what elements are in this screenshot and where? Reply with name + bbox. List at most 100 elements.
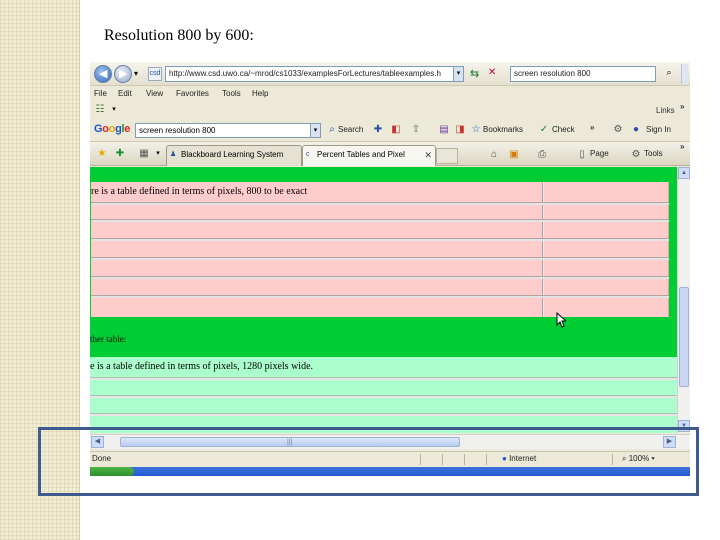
google-search-button[interactable]: Search bbox=[338, 125, 363, 134]
toolbar-options-dropdown-icon[interactable]: ▾ bbox=[108, 104, 120, 116]
page-icon[interactable]: ▯ bbox=[576, 149, 588, 161]
toolbar-highlight-icon[interactable]: ◨ bbox=[454, 124, 466, 136]
page-menu-button[interactable]: Page bbox=[590, 149, 609, 158]
pink-table-row bbox=[91, 295, 669, 298]
toolbar-settings-icon[interactable]: ⚙ bbox=[612, 124, 624, 136]
aqua-pixel-table: e is a table defined in terms of pixels,… bbox=[90, 357, 677, 433]
aqua-table-row bbox=[90, 395, 677, 398]
menu-tools[interactable]: Tools bbox=[222, 89, 241, 98]
pink-pixel-table: re is a table defined in terms of pixels… bbox=[91, 182, 669, 317]
toolbar-pagerank-icon[interactable]: ▤ bbox=[438, 124, 450, 136]
address-dropdown-icon[interactable]: ▾ bbox=[453, 66, 464, 82]
links-chevron-icon[interactable]: » bbox=[680, 102, 684, 111]
back-button[interactable]: ◀ bbox=[94, 65, 112, 83]
page-content: re is a table defined in terms of pixels… bbox=[90, 167, 677, 433]
back-arrow-icon: ◀ bbox=[99, 68, 108, 80]
tab-bar: ★ ✚ ▦ ▾ ♟ Blackboard Learning System c P… bbox=[90, 142, 690, 166]
vertical-scrollbar[interactable]: ▲ ▼ bbox=[677, 167, 690, 433]
status-bar: Done ● Internet ⌕ 100% ▾ bbox=[90, 451, 690, 466]
signin-user-icon[interactable]: ● bbox=[630, 124, 642, 136]
tab-percent-tables[interactable]: c Percent Tables and Pixel ✕ bbox=[302, 145, 436, 166]
google-toolbar: Google screen resolution 800 ▾ ⌕ Search … bbox=[90, 118, 690, 142]
google-logo: Google bbox=[94, 123, 131, 135]
menu-view[interactable]: View bbox=[146, 89, 163, 98]
address-toolbar: ◀ ▶ ▾ csd http://www.csd.uwo.ca/~mrod/cs… bbox=[90, 62, 690, 86]
status-separator bbox=[464, 454, 465, 465]
menu-favorites[interactable]: Favorites bbox=[176, 89, 209, 98]
pink-table-row bbox=[91, 219, 669, 222]
aqua-table-row bbox=[90, 413, 677, 416]
google-search-dropdown-icon[interactable]: ▾ bbox=[310, 123, 321, 138]
scroll-up-icon[interactable]: ▲ bbox=[678, 167, 690, 179]
pink-table-caption: re is a table defined in terms of pixels… bbox=[91, 186, 308, 197]
live-search-input[interactable]: screen resolution 800 bbox=[510, 66, 656, 82]
search-magnifier-icon[interactable]: ⌕ bbox=[662, 67, 676, 81]
site-favicon-icon: csd bbox=[148, 67, 162, 81]
print-icon[interactable]: ⎙ bbox=[536, 149, 548, 161]
tools-menu-button[interactable]: Tools bbox=[644, 149, 663, 158]
toolbar-news-icon[interactable]: ◧ bbox=[390, 124, 402, 136]
start-button[interactable] bbox=[90, 467, 134, 476]
menu-file[interactable]: File bbox=[94, 89, 107, 98]
vertical-scroll-thumb[interactable] bbox=[679, 287, 689, 387]
zone-label: Internet bbox=[509, 454, 537, 463]
google-search-icon[interactable]: ⌕ bbox=[326, 124, 338, 136]
menu-edit[interactable]: Edit bbox=[118, 89, 132, 98]
status-separator bbox=[612, 454, 613, 465]
toolbar-options-icon[interactable]: ☷ bbox=[94, 104, 106, 116]
horizontal-scrollbar[interactable]: ◀ ||| ▶ bbox=[90, 434, 690, 449]
zoom-dropdown-icon[interactable]: ▾ bbox=[651, 454, 654, 463]
links-toolbar: ☷ ▾ Links » bbox=[90, 102, 690, 118]
pink-table-row bbox=[91, 276, 669, 279]
pink-table-row bbox=[91, 238, 669, 241]
forward-arrow-icon: ▶ bbox=[119, 68, 128, 80]
toolbar-share-icon[interactable]: ⇧ bbox=[410, 124, 422, 136]
zoom-control[interactable]: ⌕ 100% ▾ bbox=[622, 454, 655, 464]
menu-bar: File Edit View Favorites Tools Help bbox=[90, 86, 690, 102]
close-tab-icon[interactable]: ✕ bbox=[424, 146, 432, 164]
google-toolbar-chevron-icon[interactable]: » bbox=[590, 123, 594, 132]
go-arrows-icon[interactable]: ⇆ bbox=[470, 67, 479, 80]
new-tab-button[interactable] bbox=[436, 148, 458, 164]
address-input[interactable]: http://www.csd.uwo.ca/~mrod/cs1033/examp… bbox=[165, 66, 455, 82]
google-check-button[interactable]: Check bbox=[552, 125, 575, 134]
scroll-right-icon[interactable]: ▶ bbox=[663, 436, 676, 448]
bookmarks-star-icon[interactable]: ☆ bbox=[470, 124, 482, 136]
menu-help[interactable]: Help bbox=[252, 89, 268, 98]
spell-check-icon[interactable]: ✓ bbox=[538, 124, 550, 136]
favorites-star-icon[interactable]: ★ bbox=[96, 148, 108, 160]
forward-button[interactable]: ▶ bbox=[114, 65, 132, 83]
csd-favicon-icon: c bbox=[306, 151, 310, 158]
horizontal-scroll-thumb[interactable]: ||| bbox=[120, 437, 460, 447]
internet-globe-icon: ● bbox=[502, 454, 507, 463]
commands-chevron-icon[interactable]: » bbox=[680, 142, 684, 151]
google-signin-button[interactable]: Sign In bbox=[646, 125, 671, 134]
scroll-left-icon[interactable]: ◀ bbox=[91, 436, 104, 448]
scroll-grip-icon: ||| bbox=[287, 439, 293, 446]
pink-table-row bbox=[91, 202, 669, 205]
tab-list-dropdown-icon[interactable]: ▾ bbox=[152, 148, 164, 160]
tab-blackboard[interactable]: ♟ Blackboard Learning System bbox=[166, 145, 302, 166]
tab-blackboard-label: Blackboard Learning System bbox=[181, 150, 284, 159]
browser-screenshot: ◀ ▶ ▾ csd http://www.csd.uwo.ca/~mrod/cs… bbox=[90, 62, 690, 476]
links-label[interactable]: Links bbox=[656, 106, 675, 115]
history-dropdown-icon[interactable]: ▾ bbox=[134, 69, 138, 78]
tools-gear-icon[interactable]: ⚙ bbox=[630, 149, 642, 161]
google-bookmarks-button[interactable]: Bookmarks bbox=[483, 125, 523, 134]
stop-refresh-icon[interactable]: ✕ bbox=[488, 67, 496, 78]
other-table-label: ther table: bbox=[90, 334, 127, 344]
home-icon[interactable]: ⌂ bbox=[488, 149, 500, 161]
status-separator bbox=[442, 454, 443, 465]
scroll-down-icon[interactable]: ▼ bbox=[678, 420, 690, 432]
zoom-magnifier-icon: ⌕ bbox=[622, 454, 627, 463]
add-favorite-icon[interactable]: ✚ bbox=[114, 148, 126, 160]
window-edge-scroll bbox=[681, 64, 688, 84]
quick-tabs-icon[interactable]: ▦ bbox=[138, 148, 150, 160]
toolbar-plus-icon[interactable]: ✚ bbox=[372, 124, 384, 136]
feeds-icon[interactable]: ▣ bbox=[508, 149, 520, 161]
security-zone[interactable]: ● Internet bbox=[502, 454, 536, 463]
slide-title: Resolution 800 by 600: bbox=[104, 27, 254, 44]
aqua-table-caption: e is a table defined in terms of pixels,… bbox=[90, 361, 314, 372]
tab-percent-tables-label: Percent Tables and Pixel bbox=[317, 150, 405, 159]
google-search-input[interactable]: screen resolution 800 bbox=[135, 123, 311, 138]
